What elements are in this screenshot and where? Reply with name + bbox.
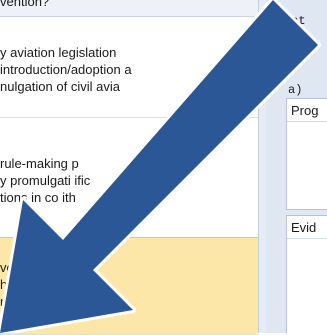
field-divider [287,238,327,239]
item-marker: a) [288,83,303,97]
question-line: y aviation legislation [0,45,117,60]
question-text: vention? [0,0,50,9]
question-line: he t of its [0,277,53,292]
detail-pane: cat SAR a) Prog Evid [266,0,327,333]
question-line: rule-making p [0,156,79,171]
field-divider [287,121,327,122]
progress-field-label: Prog [291,103,319,118]
evidence-field-label: Evid [291,220,317,235]
question-item-1[interactable]: y aviation legislation introduction/adop… [0,17,258,118]
question-line: y promulgati ific [0,173,91,188]
question-item-2[interactable]: rule-making p y promulgati ific tions in… [0,117,258,238]
question-line: ns [0,294,14,309]
reference-text: SAR [284,30,306,44]
question-item-3-selected[interactable]: ve plemented he t of its ns [0,237,258,335]
questions-panel: vention? y aviation legislation introduc… [0,0,258,335]
question-line: nulgation of civil avia [0,79,120,94]
question-line: introduction/adoption a [0,62,132,77]
reference-text: cat [284,14,306,28]
previous-question-fragment: vention? [0,0,258,17]
evidence-field[interactable]: Evid [286,215,327,333]
question-line: tions in co ith [0,190,76,205]
progress-field[interactable]: Prog [286,98,327,210]
question-line: ve plemented [0,260,79,275]
